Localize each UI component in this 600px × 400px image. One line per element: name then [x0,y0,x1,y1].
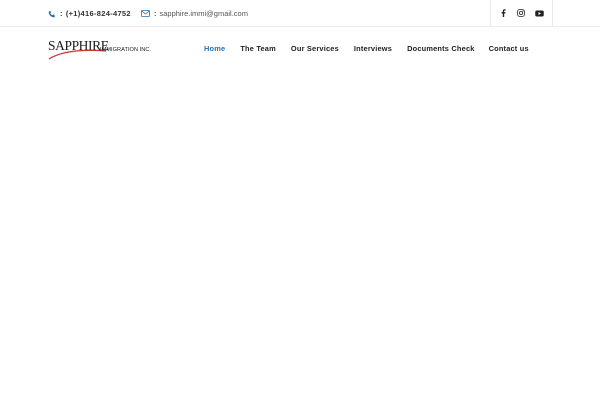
nav-item-the-team[interactable]: The Team [240,44,276,53]
main-nav: Home The Team Our Services Interviews Do… [204,44,529,53]
nav-item-documents-check[interactable]: Documents Check [407,44,474,53]
facebook-icon[interactable] [498,7,510,19]
nav-item-our-services[interactable]: Our Services [291,44,339,53]
email-separator: : [154,9,157,18]
phone-icon [48,10,56,18]
nav-item-home[interactable]: Home [204,44,225,53]
social-links [490,0,553,26]
phone-separator: : [60,9,63,18]
youtube-icon[interactable] [533,7,545,19]
envelope-icon [141,10,150,17]
logo-swoosh-icon [48,49,107,60]
nav-item-contact-us[interactable]: Contact us [489,44,529,53]
instagram-icon[interactable] [515,7,527,19]
phone-number[interactable]: (+1)416-824-4752 [66,9,131,18]
top-bar: : (+1)416-824-4752 : sapphire.immi@gmail… [0,0,600,27]
phone-contact[interactable]: : (+1)416-824-4752 [48,7,131,20]
site-logo[interactable]: SAPPHIRE IMMIGRATION INC. [48,39,154,61]
email-contact[interactable]: : sapphire.immi@gmail.com [141,7,248,20]
email-address[interactable]: sapphire.immi@gmail.com [160,9,248,18]
logo-sub-text: IMMIGRATION INC. [100,47,152,53]
nav-item-interviews[interactable]: Interviews [354,44,392,53]
main-header: SAPPHIRE IMMIGRATION INC. Home The Team … [0,27,600,72]
main-content [0,72,600,400]
